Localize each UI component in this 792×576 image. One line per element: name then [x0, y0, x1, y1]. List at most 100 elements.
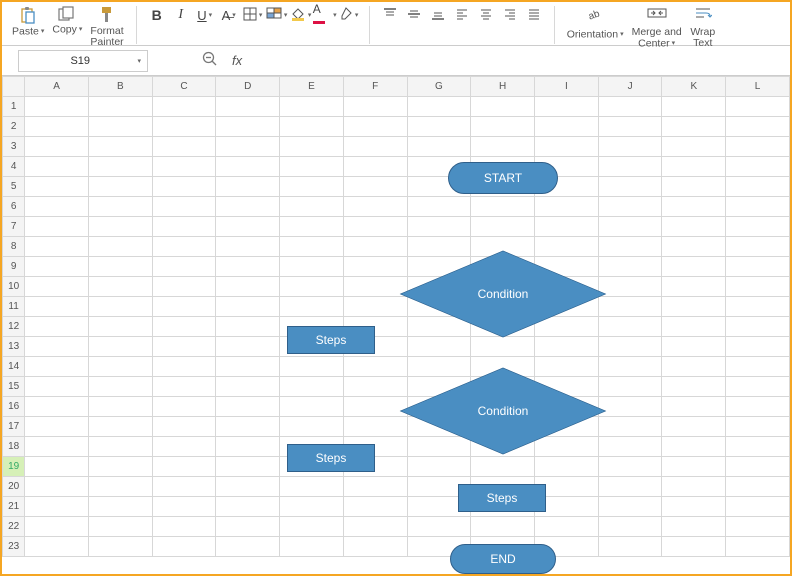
flowchart-process[interactable]: Steps	[287, 326, 375, 354]
cell[interactable]	[88, 457, 152, 477]
cell[interactable]	[88, 417, 152, 437]
cell[interactable]	[343, 497, 407, 517]
cell[interactable]	[216, 477, 280, 497]
cell[interactable]	[88, 117, 152, 137]
cell[interactable]	[152, 377, 216, 397]
cell[interactable]	[280, 357, 344, 377]
cell[interactable]	[662, 177, 726, 197]
cell[interactable]	[343, 417, 407, 437]
cell[interactable]	[726, 97, 790, 117]
cell[interactable]	[25, 397, 89, 417]
row-header[interactable]: 9	[3, 257, 25, 277]
cell[interactable]	[152, 277, 216, 297]
cell[interactable]	[343, 517, 407, 537]
cell[interactable]	[343, 117, 407, 137]
cell[interactable]	[535, 117, 599, 137]
cell[interactable]	[726, 237, 790, 257]
cell[interactable]	[152, 397, 216, 417]
cell[interactable]	[25, 457, 89, 477]
cell[interactable]	[535, 97, 599, 117]
cell[interactable]	[598, 457, 662, 477]
cell[interactable]	[216, 257, 280, 277]
row-header[interactable]: 16	[3, 397, 25, 417]
cell[interactable]	[662, 237, 726, 257]
cell[interactable]	[726, 197, 790, 217]
fx-button[interactable]: fx	[232, 53, 242, 68]
cell[interactable]	[216, 517, 280, 537]
cell[interactable]	[598, 157, 662, 177]
cell[interactable]	[598, 237, 662, 257]
cell[interactable]	[152, 297, 216, 317]
cell[interactable]	[280, 397, 344, 417]
cell[interactable]	[216, 457, 280, 477]
cell[interactable]	[88, 337, 152, 357]
cell[interactable]	[598, 377, 662, 397]
cell[interactable]	[280, 197, 344, 217]
cell[interactable]	[88, 477, 152, 497]
cell[interactable]	[726, 397, 790, 417]
align-center-button[interactable]	[474, 4, 498, 26]
column-header[interactable]: B	[88, 77, 152, 97]
cell[interactable]	[662, 437, 726, 457]
cell[interactable]	[662, 397, 726, 417]
cell[interactable]	[598, 357, 662, 377]
column-header[interactable]: H	[471, 77, 535, 97]
cell[interactable]	[25, 497, 89, 517]
cell[interactable]	[216, 497, 280, 517]
cell[interactable]	[726, 277, 790, 297]
cell[interactable]	[535, 137, 599, 157]
cell[interactable]	[726, 337, 790, 357]
cell[interactable]	[25, 277, 89, 297]
cell[interactable]	[726, 297, 790, 317]
cell[interactable]	[216, 277, 280, 297]
align-bottom-button[interactable]	[426, 4, 450, 26]
cell[interactable]	[598, 277, 662, 297]
cell[interactable]	[25, 437, 89, 457]
cell[interactable]	[152, 197, 216, 217]
orientation-button[interactable]: ab Orientation▾	[563, 4, 628, 44]
cell[interactable]	[152, 437, 216, 457]
cell[interactable]	[25, 97, 89, 117]
column-header[interactable]: A	[25, 77, 89, 97]
cell[interactable]	[662, 97, 726, 117]
row-header[interactable]: 5	[3, 177, 25, 197]
cell[interactable]	[280, 537, 344, 557]
cell[interactable]	[152, 117, 216, 137]
cell[interactable]	[343, 357, 407, 377]
wrap-text-button[interactable]: WrapText	[686, 4, 720, 44]
cell[interactable]	[25, 177, 89, 197]
cell[interactable]	[471, 117, 535, 137]
cell[interactable]	[152, 497, 216, 517]
cell[interactable]	[662, 337, 726, 357]
cell[interactable]	[343, 157, 407, 177]
row-header[interactable]: 23	[3, 537, 25, 557]
cell[interactable]	[280, 477, 344, 497]
cell[interactable]	[216, 97, 280, 117]
cell[interactable]	[407, 517, 471, 537]
cell[interactable]	[25, 377, 89, 397]
cell[interactable]	[216, 197, 280, 217]
cell[interactable]	[25, 317, 89, 337]
align-middle-button[interactable]	[402, 4, 426, 26]
cell[interactable]	[598, 137, 662, 157]
cell[interactable]	[343, 477, 407, 497]
cell[interactable]	[662, 357, 726, 377]
format-painter-button[interactable]: FormatPainter	[86, 4, 127, 44]
row-header[interactable]: 6	[3, 197, 25, 217]
cell[interactable]	[88, 137, 152, 157]
row-header[interactable]: 3	[3, 137, 25, 157]
cell[interactable]	[662, 277, 726, 297]
cell[interactable]	[726, 477, 790, 497]
cell[interactable]	[88, 217, 152, 237]
cell[interactable]	[216, 217, 280, 237]
cell[interactable]	[726, 457, 790, 477]
cell[interactable]	[152, 457, 216, 477]
zoom-out-button[interactable]	[198, 49, 222, 73]
column-header[interactable]: F	[343, 77, 407, 97]
align-top-button[interactable]	[378, 4, 402, 26]
cell[interactable]	[216, 177, 280, 197]
row-header[interactable]: 17	[3, 417, 25, 437]
cell[interactable]	[726, 137, 790, 157]
cell[interactable]	[88, 277, 152, 297]
cell[interactable]	[216, 397, 280, 417]
